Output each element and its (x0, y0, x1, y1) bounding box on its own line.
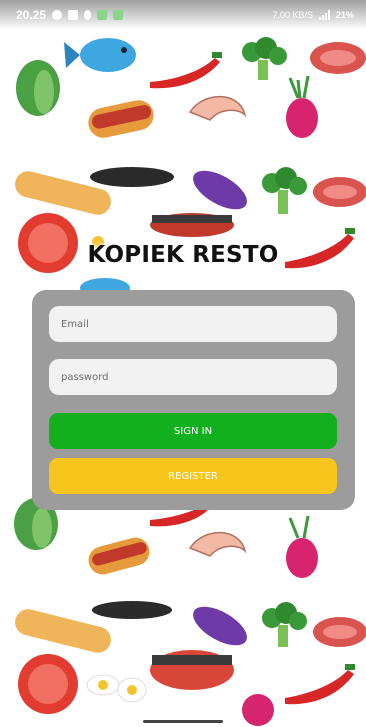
pepper-pile-icon (90, 167, 174, 187)
app-icon (113, 10, 124, 20)
grill-icon (150, 650, 234, 690)
email-field[interactable] (49, 306, 337, 342)
steak-icon (313, 617, 366, 647)
lettuce-icon (16, 60, 60, 116)
status-time: 20.25 (16, 8, 47, 22)
steak-icon (313, 177, 366, 207)
app-title: KOPIEK RESTO (87, 242, 279, 268)
beet-icon (242, 694, 274, 726)
status-right: 7.00 KB/S 21% (272, 10, 354, 20)
tiktok-icon (84, 10, 92, 20)
hotdog-icon (88, 100, 154, 138)
steak-icon (310, 42, 366, 74)
sign-in-button[interactable]: SIGN IN (49, 413, 337, 449)
eggplant-icon (193, 170, 247, 210)
grill-icon (150, 213, 234, 237)
eggplant-icon (193, 606, 247, 646)
app-icon (97, 10, 108, 20)
beet-icon (286, 515, 318, 578)
egg-icon (86, 674, 147, 703)
navigation-handle[interactable] (143, 720, 223, 723)
beet-icon (286, 75, 318, 138)
pepper-pile-icon (92, 601, 172, 619)
broccoli-icon (242, 37, 287, 80)
gallery-icon (68, 10, 79, 20)
password-field[interactable] (49, 359, 337, 395)
network-speed: 7.00 KB/S (272, 10, 313, 20)
chat-icon (52, 10, 63, 20)
chili-icon (150, 52, 222, 89)
login-card: SIGN IN REGISTER (32, 290, 355, 510)
fish-icon (64, 38, 136, 72)
status-left: 20.25 (16, 8, 124, 22)
hotdog-icon (88, 537, 150, 575)
status-bar: 20.25 7.00 KB/S 21% (0, 0, 366, 30)
register-button[interactable]: REGISTER (49, 458, 337, 494)
broccoli-icon (262, 167, 307, 214)
shrimp-icon (188, 95, 247, 121)
chili-icon (285, 664, 355, 705)
signal-icon (318, 10, 330, 20)
battery-level: 21% (335, 10, 354, 20)
tomato-icon (18, 654, 78, 714)
shrimp-icon (188, 531, 247, 557)
broccoli-icon (262, 602, 307, 647)
